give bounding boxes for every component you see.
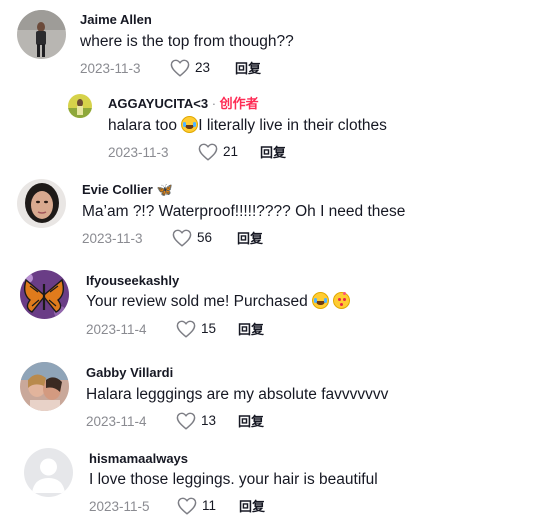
like-count: 23 bbox=[195, 60, 211, 75]
like-count: 21 bbox=[223, 144, 239, 159]
comment-date: 2023-11-3 bbox=[108, 145, 169, 160]
reply-button[interactable]: 回复 bbox=[239, 498, 265, 516]
reply-button[interactable]: 回复 bbox=[235, 60, 261, 78]
comment-date: 2023-11-3 bbox=[82, 231, 143, 246]
reply-button[interactable]: 回复 bbox=[238, 413, 264, 431]
smiling-face-with-hearts-emoji bbox=[333, 292, 351, 309]
heart-outline-icon bbox=[177, 497, 197, 515]
heart-outline-icon bbox=[176, 412, 196, 430]
creator-badge: 创作者 bbox=[219, 96, 259, 111]
heart-outline-icon bbox=[198, 143, 218, 161]
reply-button[interactable]: 回复 bbox=[238, 321, 264, 339]
like-count: 56 bbox=[197, 230, 213, 245]
reply-button[interactable]: 回复 bbox=[260, 144, 286, 162]
comment-text: Ma’am ?!? Waterproof!!!!!???? Oh I need … bbox=[82, 203, 406, 220]
comment-date: 2023-11-4 bbox=[86, 414, 147, 429]
like-count: 15 bbox=[201, 321, 217, 336]
like-button[interactable]: 15 bbox=[176, 320, 216, 338]
comment-date: 2023-11-3 bbox=[80, 61, 141, 76]
comment-text: I love those leggings. your hair is beau… bbox=[89, 471, 378, 488]
comment-text: halara too I literally live in their clo… bbox=[108, 116, 387, 134]
heart-outline-icon bbox=[172, 229, 192, 247]
heart-outline-icon bbox=[170, 59, 190, 77]
avatar[interactable] bbox=[17, 10, 66, 59]
like-count: 11 bbox=[202, 498, 217, 513]
avatar[interactable] bbox=[20, 270, 69, 319]
comment-username[interactable]: Evie Collier 🦋 bbox=[82, 182, 173, 198]
heart-outline-icon bbox=[176, 320, 196, 338]
comment-username[interactable]: hismamaalways bbox=[89, 451, 188, 467]
reply-button[interactable]: 回复 bbox=[237, 230, 263, 248]
tears-of-joy-emoji bbox=[312, 292, 330, 309]
comment-date: 2023-11-5 bbox=[89, 499, 150, 514]
like-button[interactable]: 21 bbox=[198, 143, 238, 161]
comment-date: 2023-11-4 bbox=[86, 322, 147, 337]
avatar[interactable] bbox=[68, 94, 92, 118]
like-button[interactable]: 13 bbox=[176, 412, 216, 430]
like-button[interactable]: 56 bbox=[172, 229, 212, 247]
comment-username[interactable]: Ifyouseekashly bbox=[86, 273, 179, 289]
comment-username[interactable]: Jaime Allen bbox=[80, 12, 152, 28]
like-count: 13 bbox=[201, 413, 217, 428]
comment-username[interactable]: AGGAYUCITA<3 · 创作者 bbox=[108, 96, 259, 112]
avatar[interactable] bbox=[20, 362, 69, 411]
like-button[interactable]: 11 bbox=[177, 497, 216, 515]
separator-dot: · bbox=[211, 96, 217, 111]
like-button[interactable]: 23 bbox=[170, 59, 210, 77]
comment-username[interactable]: Gabby Villardi bbox=[86, 365, 173, 381]
butterfly-emoji: 🦋 bbox=[156, 182, 173, 197]
comment-text: Your review sold me! Purchased bbox=[86, 292, 351, 312]
comment-text: Halara legggings are my absolute favvvvv… bbox=[86, 386, 389, 403]
avatar[interactable] bbox=[17, 179, 66, 228]
avatar[interactable] bbox=[24, 448, 73, 497]
comment-text: where is the top from though?? bbox=[80, 33, 294, 50]
tears-of-joy-emoji bbox=[181, 116, 199, 133]
